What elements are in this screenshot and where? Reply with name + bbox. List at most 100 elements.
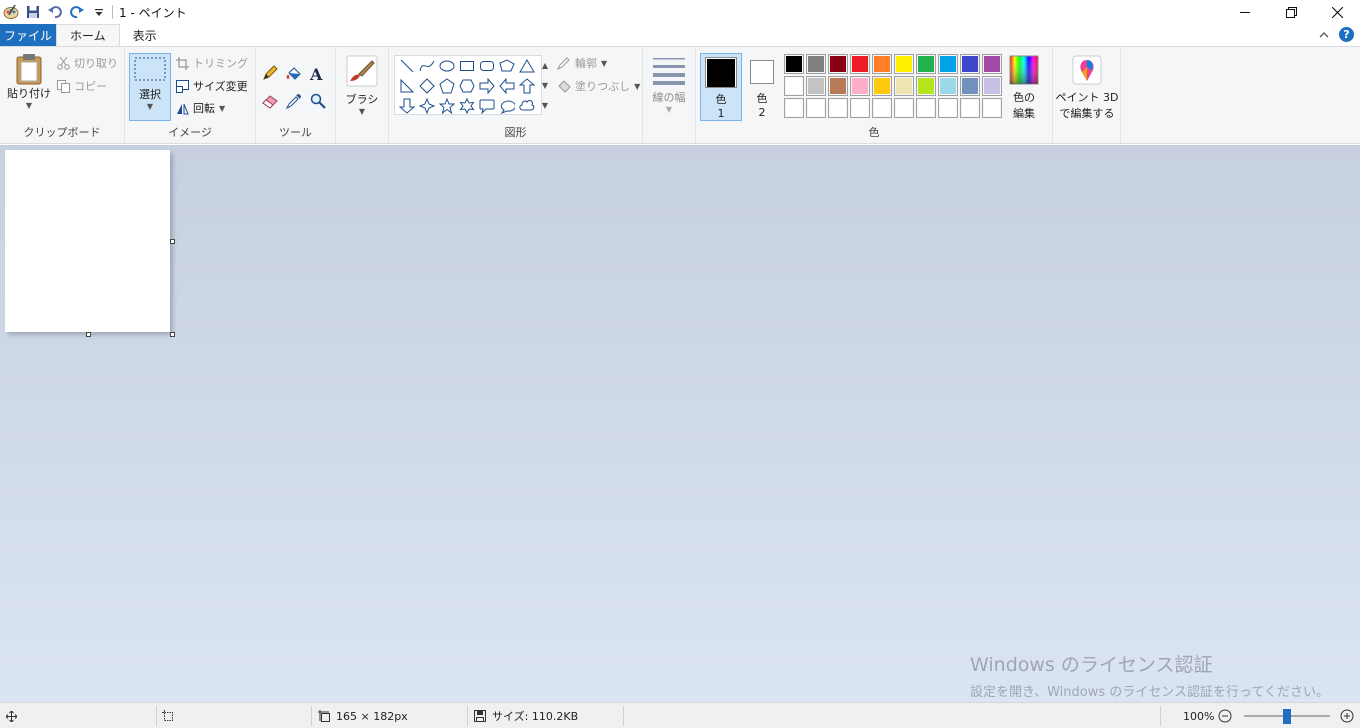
down-arrow-icon[interactable]	[397, 96, 417, 116]
palette-color-swatch[interactable]	[938, 76, 958, 96]
palette-color-swatch[interactable]	[872, 76, 892, 96]
close-icon[interactable]	[1314, 0, 1360, 24]
palette-color-swatch[interactable]	[916, 76, 936, 96]
diamond-icon[interactable]	[417, 76, 437, 96]
paint-app-icon[interactable]	[2, 3, 20, 21]
palette-empty-swatch[interactable]	[960, 98, 980, 118]
redo-icon[interactable]	[68, 3, 86, 21]
palette-color-swatch[interactable]	[960, 76, 980, 96]
color1-button[interactable]: 色 1	[700, 53, 742, 121]
triangle-icon[interactable]	[517, 56, 537, 76]
rectangle-icon[interactable]	[457, 56, 477, 76]
minimize-icon[interactable]	[1222, 0, 1268, 24]
customize-toolbar-icon[interactable]	[90, 3, 108, 21]
size-dropdown-icon[interactable]: ▼	[666, 105, 672, 114]
outline-dropdown-icon[interactable]: ▼	[601, 59, 607, 68]
palette-color-swatch[interactable]	[806, 76, 826, 96]
fill-button[interactable]: 塗りつぶし ▼	[557, 78, 640, 94]
palette-color-swatch[interactable]	[850, 54, 870, 74]
cut-button[interactable]: 切り取り	[57, 55, 118, 71]
zoom-in-icon[interactable]	[1340, 709, 1354, 723]
curve-icon[interactable]	[417, 56, 437, 76]
up-arrow-icon[interactable]	[517, 76, 537, 96]
collapse-ribbon-icon[interactable]	[1319, 28, 1329, 42]
help-icon[interactable]: ?	[1339, 27, 1354, 42]
palette-empty-swatch[interactable]	[784, 98, 804, 118]
palette-empty-swatch[interactable]	[916, 98, 936, 118]
palette-color-swatch[interactable]	[784, 54, 804, 74]
palette-empty-swatch[interactable]	[938, 98, 958, 118]
size-button[interactable]: 線の幅 ▼	[649, 55, 689, 114]
tab-file[interactable]: ファイル	[0, 24, 56, 46]
copy-button[interactable]: コピー	[57, 78, 107, 94]
magnifier-icon[interactable]	[310, 93, 326, 109]
brushes-dropdown-icon[interactable]: ▼	[359, 107, 365, 116]
palette-color-swatch[interactable]	[982, 76, 1002, 96]
left-arrow-icon[interactable]	[497, 76, 517, 96]
oval-callout-icon[interactable]	[497, 96, 517, 116]
palette-empty-swatch[interactable]	[828, 98, 848, 118]
palette-color-swatch[interactable]	[894, 76, 914, 96]
oval-icon[interactable]	[437, 56, 457, 76]
crop-button[interactable]: トリミング	[176, 55, 248, 71]
rounded-rectangle-icon[interactable]	[477, 56, 497, 76]
six-point-star-icon[interactable]	[457, 96, 477, 116]
palette-color-swatch[interactable]	[894, 54, 914, 74]
palette-color-swatch[interactable]	[784, 76, 804, 96]
palette-color-swatch[interactable]	[872, 54, 892, 74]
color-picker-icon[interactable]	[286, 93, 302, 109]
palette-empty-swatch[interactable]	[850, 98, 870, 118]
right-triangle-icon[interactable]	[397, 76, 417, 96]
select-dropdown-icon[interactable]: ▼	[147, 102, 153, 111]
eraser-icon[interactable]	[262, 93, 278, 109]
tab-view[interactable]: 表示	[120, 24, 170, 46]
paste-button[interactable]: 貼り付け ▼	[6, 53, 52, 110]
cloud-callout-icon[interactable]	[517, 96, 537, 116]
drawing-canvas[interactable]	[5, 150, 170, 332]
save-icon[interactable]	[24, 3, 42, 21]
color2-button[interactable]: 色 2	[746, 53, 778, 121]
canvas-resize-handle-right[interactable]	[170, 239, 175, 244]
pentagon-icon[interactable]	[437, 76, 457, 96]
right-arrow-icon[interactable]	[477, 76, 497, 96]
shapes-scroll-up-icon[interactable]: ▲	[542, 61, 548, 70]
palette-color-swatch[interactable]	[828, 54, 848, 74]
palette-empty-swatch[interactable]	[894, 98, 914, 118]
fill-dropdown-icon[interactable]: ▼	[634, 82, 640, 91]
rotate-button[interactable]: 回転 ▼	[176, 100, 225, 116]
polygon-icon[interactable]	[497, 56, 517, 76]
fill-bucket-icon[interactable]	[286, 65, 302, 81]
edit-colors-button[interactable]: 色の 編集	[1006, 55, 1042, 121]
outline-button[interactable]: 輪郭 ▼	[557, 55, 607, 71]
palette-color-swatch[interactable]	[938, 54, 958, 74]
palette-color-swatch[interactable]	[850, 76, 870, 96]
shapes-scroll-down-icon[interactable]: ▼	[542, 81, 548, 90]
five-point-star-icon[interactable]	[437, 96, 457, 116]
paste-dropdown-icon[interactable]: ▼	[26, 101, 32, 110]
rounded-callout-icon[interactable]	[477, 96, 497, 116]
resize-button[interactable]: サイズ変更	[176, 78, 248, 94]
hexagon-icon[interactable]	[457, 76, 477, 96]
undo-icon[interactable]	[46, 3, 64, 21]
restore-icon[interactable]	[1268, 0, 1314, 24]
pencil-icon[interactable]	[262, 65, 278, 81]
palette-empty-swatch[interactable]	[872, 98, 892, 118]
canvas-resize-handle-corner[interactable]	[170, 332, 175, 337]
zoom-slider-thumb[interactable]	[1283, 709, 1291, 724]
palette-color-swatch[interactable]	[806, 54, 826, 74]
zoom-out-icon[interactable]	[1218, 709, 1232, 723]
line-icon[interactable]	[397, 56, 417, 76]
tab-home[interactable]: ホーム	[56, 24, 120, 46]
palette-color-swatch[interactable]	[828, 76, 848, 96]
four-point-star-icon[interactable]	[417, 96, 437, 116]
brushes-button[interactable]: ブラシ ▼	[342, 55, 382, 116]
shapes-expand-icon[interactable]: ▼	[542, 101, 548, 110]
palette-color-swatch[interactable]	[916, 54, 936, 74]
palette-empty-swatch[interactable]	[982, 98, 1002, 118]
palette-color-swatch[interactable]	[982, 54, 1002, 74]
select-button[interactable]: 選択 ▼	[129, 53, 171, 121]
text-tool-icon[interactable]: A	[310, 65, 322, 84]
palette-empty-swatch[interactable]	[806, 98, 826, 118]
palette-color-swatch[interactable]	[960, 54, 980, 74]
canvas-resize-handle-bottom[interactable]	[86, 332, 91, 337]
